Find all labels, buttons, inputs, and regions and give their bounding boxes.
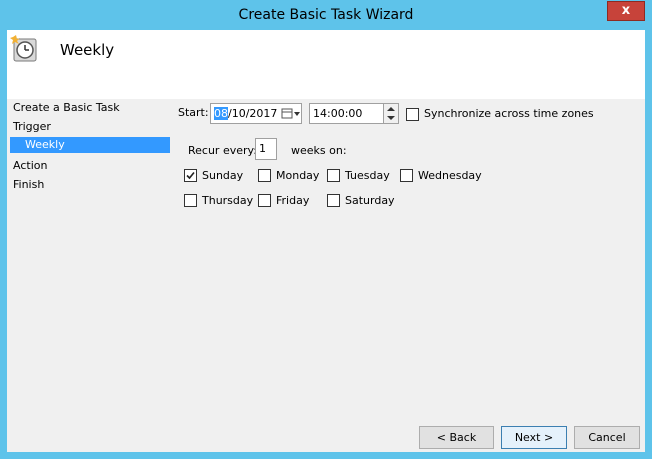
date-month-selected: 08 [214,107,228,120]
start-time-value: 14:00:00 [313,107,363,120]
start-time-field[interactable]: 14:00:00 [309,103,387,124]
start-date-picker[interactable]: 08/10/2017 [210,103,302,124]
nav-item-weekly[interactable]: Weekly [10,137,170,153]
recur-suffix-label: weeks on: [291,144,347,157]
day-label-sunday: Sunday [202,169,244,182]
day-checkbox-thursday[interactable] [184,194,197,207]
day-label-monday: Monday [276,169,320,182]
sync-timezones-label: Synchronize across time zones [424,107,594,120]
nav-item-action[interactable]: Action [13,158,47,176]
sync-timezones-checkbox[interactable] [406,108,419,121]
spin-up-icon[interactable] [387,106,395,112]
cancel-button[interactable]: Cancel [574,426,640,449]
spin-down-icon[interactable] [387,115,395,121]
wizard-client: Weekly Create a Basic Task Trigger Weekl… [7,30,645,452]
window-title: Create Basic Task Wizard [238,7,414,23]
nav-item-trigger[interactable]: Trigger [13,119,51,137]
page-title: Weekly [60,41,115,59]
recur-label: Recur every: [188,144,257,157]
calendar-dropdown-icon[interactable] [281,108,301,120]
nav-item-finish[interactable]: Finish [13,177,44,195]
day-label-tuesday: Tuesday [345,169,390,182]
close-button[interactable]: x [607,1,645,21]
title-bar[interactable]: Create Basic Task Wizard x [0,0,652,30]
day-label-thursday: Thursday [202,194,254,207]
day-label-saturday: Saturday [345,194,395,207]
day-checkbox-wednesday[interactable] [400,169,413,182]
checkmark-icon [186,171,195,180]
recur-weeks-input[interactable]: 1 [255,138,277,160]
day-checkbox-saturday[interactable] [327,194,340,207]
wizard-window: Create Basic Task Wizard x Weekly Create… [0,0,652,459]
nav-item-create-basic-task[interactable]: Create a Basic Task [13,100,120,118]
day-label-friday: Friday [276,194,310,207]
day-checkbox-friday[interactable] [258,194,271,207]
back-button[interactable]: < Back [419,426,494,449]
day-label-wednesday: Wednesday [418,169,482,182]
time-spinner[interactable] [383,103,399,124]
day-checkbox-tuesday[interactable] [327,169,340,182]
next-button[interactable]: Next > [501,426,567,449]
wizard-header: Weekly [7,30,645,99]
day-checkbox-monday[interactable] [258,169,271,182]
start-label: Start: [178,106,209,119]
task-clock-icon [10,35,37,62]
day-checkbox-sunday[interactable] [184,169,197,182]
date-rest: /10/2017 [228,107,278,120]
